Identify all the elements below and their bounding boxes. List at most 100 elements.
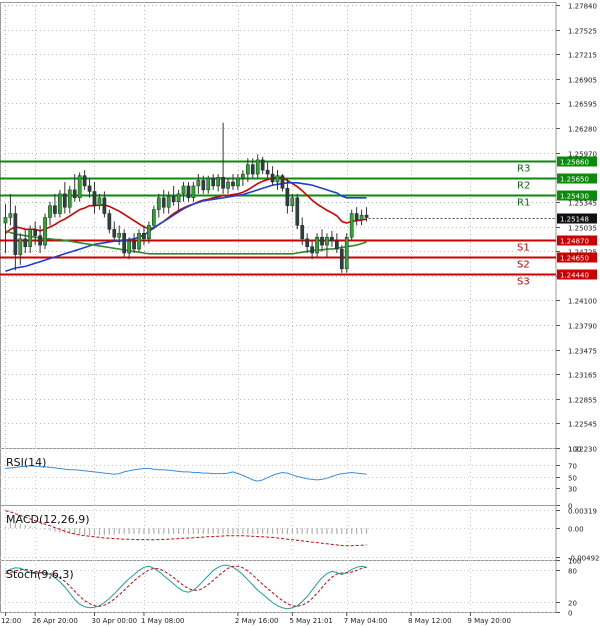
rsi-panel: 1007050300RSI(14) [0, 446, 581, 511]
candle-body [359, 214, 364, 221]
candle-body [3, 217, 8, 224]
candle-body [127, 240, 131, 254]
stoch-panel: 100 80 20 0 Stoch(9,6,3) [0, 558, 581, 618]
candle-body [280, 175, 285, 189]
level-name-r1: R1 [517, 198, 530, 209]
candle-body [8, 213, 13, 218]
main-price-panel: 1.27840 1.27525 1.27215 1.26905 1.26595 1.262… [0, 2, 597, 454]
tick-label: 0.00 [568, 526, 584, 534]
level-name-r3: R3 [517, 164, 530, 175]
candle-body [117, 233, 122, 238]
candle-body [92, 191, 97, 206]
candle-body [142, 233, 146, 240]
time-tick-label: 30 Apr 00:00 [92, 617, 138, 625]
candle-body [320, 236, 324, 246]
candle-body [102, 197, 107, 214]
time-axis: 12:00 26 Apr 20:00 30 Apr 00:00 1 May 08:00… [1, 612, 511, 625]
candle-body [107, 213, 112, 230]
level-name-s1: S1 [517, 243, 530, 254]
candle-body [300, 225, 305, 240]
tick-label: 30 [568, 486, 577, 494]
level-badge-label: 1.25860 [560, 159, 589, 167]
candle-body [295, 197, 300, 226]
candle-body [77, 175, 82, 199]
candle-body [339, 248, 344, 270]
time-tick-label: 5 May 21:01 [289, 617, 333, 625]
candle-body [196, 180, 201, 187]
candle-body [43, 217, 47, 246]
candle-body [186, 185, 191, 199]
level-name-r2: R2 [517, 181, 530, 192]
time-tick-label: 2 May 16:00 [235, 617, 279, 625]
price-tick-label: 1.23475 [568, 348, 597, 356]
candle-body [156, 197, 161, 210]
candle-body [250, 164, 255, 175]
price-tick-label: 1.26595 [568, 101, 597, 109]
candle-body [122, 233, 127, 254]
price-tick-label: 1.26905 [568, 77, 597, 85]
time-tick-label: 1 May 08:00 [141, 617, 185, 625]
candle-body [48, 205, 52, 218]
candle-body [171, 195, 176, 202]
candle-body [191, 185, 196, 199]
panel-title: MACD(12,26,9) [6, 513, 90, 526]
candle-body [62, 193, 67, 208]
candle-body [176, 193, 181, 202]
candle-body [166, 195, 171, 208]
candle-body [255, 159, 260, 175]
candle-body [226, 181, 230, 189]
price-tick-label: 1.26280 [568, 126, 597, 134]
candle-body [245, 164, 250, 175]
candle-body [82, 175, 87, 187]
panel-title: Stoch(9,6,3) [6, 568, 74, 581]
candle-body [147, 225, 151, 240]
candle-body [67, 189, 72, 208]
candle-body [58, 193, 62, 214]
tick-label: 0 [568, 610, 572, 618]
macd-panel: 0.003190.00-0.00492MACD(12,26,9) [0, 505, 599, 563]
candle-body [275, 175, 280, 183]
candle-body [349, 213, 354, 238]
tick-label: 70 [568, 463, 577, 471]
candle-body [97, 197, 102, 206]
candle-body [13, 213, 18, 255]
candle-body [221, 176, 225, 189]
candle-body [241, 173, 245, 179]
candle-body [28, 229, 33, 247]
candle-body [33, 229, 37, 236]
forex-chart: 1.27840 1.27525 1.27215 1.26905 1.26595 1.262… [0, 2, 599, 625]
candle-body [72, 189, 77, 199]
tick-label: 80 [568, 568, 577, 576]
candle-body [53, 205, 57, 214]
level-name-s2: S2 [517, 260, 530, 271]
candle-body [265, 169, 270, 175]
candle-body [305, 238, 310, 247]
main-plot-frame [0, 2, 557, 449]
candle-body [364, 214, 369, 218]
time-tick-label: 9 May 20:00 [467, 617, 511, 625]
current-price-label: 1.25148 [560, 216, 589, 224]
price-tick-label: 1.27215 [568, 52, 597, 60]
tick-label: 0.00319 [568, 508, 597, 516]
candle-body [23, 238, 28, 247]
level-name-s3: S3 [517, 277, 530, 288]
price-tick-label: 1.25345 [568, 200, 597, 208]
candle-body [335, 240, 339, 250]
price-tick-label: 1.27840 [568, 3, 597, 11]
candle-body [260, 159, 265, 171]
price-tick-label: 1.25035 [568, 225, 597, 233]
tick-label: 100 [568, 558, 581, 566]
candle-body [112, 229, 117, 238]
candle-body [216, 176, 220, 187]
candle-body [152, 209, 156, 226]
candle-body [201, 180, 206, 191]
panel-title: RSI(14) [6, 456, 46, 469]
level-badge-label: 1.24650 [560, 255, 589, 263]
price-tick-label: 1.23790 [568, 323, 597, 331]
candle-body [315, 236, 319, 254]
candle-body [310, 246, 314, 254]
candle-body [354, 213, 359, 221]
level-badge-label: 1.25650 [560, 176, 589, 184]
candle-body [206, 177, 211, 191]
time-tick-label: 7 May 04:00 [344, 617, 388, 625]
